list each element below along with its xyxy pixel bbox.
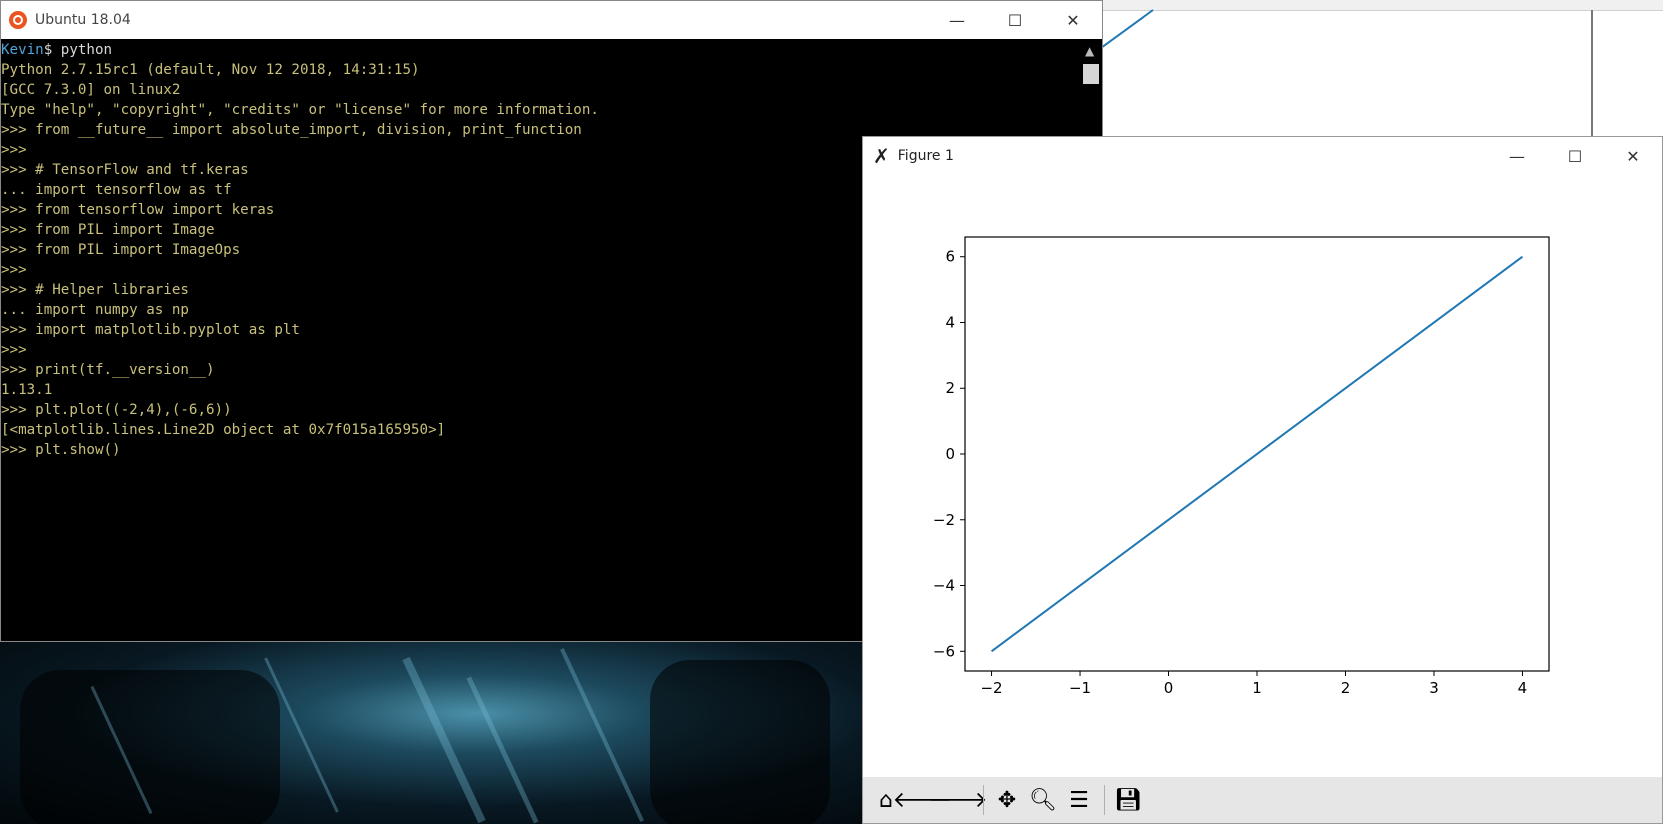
- background-plot-window[interactable]: [1100, 0, 1663, 140]
- zoom-icon[interactable]: 🔍︎: [1026, 783, 1060, 817]
- y-tick-label: 6: [945, 248, 955, 266]
- x-tick-label: 2: [1341, 679, 1351, 697]
- prompt-command: $ python: [43, 42, 113, 58]
- terminal-line: Kevin$ python: [1, 40, 1081, 60]
- save-icon[interactable]: 💾︎: [1111, 783, 1145, 817]
- background-plot-line: [1101, 9, 1154, 49]
- figure-close-button[interactable]: ✕: [1604, 137, 1662, 175]
- minimize-button[interactable]: —: [928, 1, 986, 39]
- x-tick-label: −1: [1069, 679, 1091, 697]
- y-tick-label: 0: [945, 445, 955, 463]
- maximize-button[interactable]: ☐: [986, 1, 1044, 39]
- y-tick-label: −6: [933, 642, 955, 660]
- y-tick-label: −2: [933, 511, 955, 529]
- x-tick-label: 0: [1164, 679, 1174, 697]
- x-tick-label: −2: [980, 679, 1002, 697]
- series-line: [990, 255, 1524, 653]
- y-tick-label: 4: [945, 313, 955, 331]
- forward-icon[interactable]: 🡒: [929, 783, 988, 817]
- toolbar-separator: [983, 785, 984, 815]
- ubuntu-icon: [9, 11, 27, 29]
- figure-titlebar[interactable]: ✗ Figure 1 — ☐ ✕: [863, 137, 1662, 175]
- terminal-line: [GCC 7.3.0] on linux2: [1, 82, 181, 98]
- terminal-titlebar[interactable]: Ubuntu 18.04 — ☐ ✕: [1, 1, 1102, 39]
- x-tick-label: 1: [1252, 679, 1262, 697]
- scroll-up-icon[interactable]: ▲: [1085, 44, 1094, 58]
- terminal-line: Python 2.7.15rc1 (default, Nov 12 2018, …: [1, 62, 420, 78]
- x11-icon: ✗: [873, 144, 890, 168]
- desktop-wallpaper: [0, 640, 862, 824]
- figure-window[interactable]: ✗ Figure 1 — ☐ ✕ −2 −1 0 1 2 3 4 −6 −4 −2 0 2 4 6 ⌂ 🡐…: [862, 136, 1663, 824]
- background-window-divider: [1591, 10, 1593, 140]
- figure-minimize-button[interactable]: —: [1488, 137, 1546, 175]
- y-tick-label: −4: [933, 577, 955, 595]
- terminal-line: Type "help", "copyright", "credits" or "…: [1, 102, 599, 118]
- x-tick-label: 4: [1518, 679, 1528, 697]
- toolbar-separator: [1104, 785, 1105, 815]
- figure-title: Figure 1: [897, 148, 954, 164]
- close-button[interactable]: ✕: [1044, 1, 1102, 39]
- x-tick-label: 3: [1429, 679, 1439, 697]
- prompt-username: Kevin: [1, 42, 44, 58]
- configure-subplots-icon[interactable]: ☰: [1062, 783, 1096, 817]
- figure-toolbar: ⌂ 🡐 🡒 ✥ 🔍︎ ☰ 💾︎: [863, 777, 1662, 823]
- figure-maximize-button[interactable]: ☐: [1546, 137, 1604, 175]
- y-tick-label: 2: [945, 379, 955, 397]
- scrollbar-thumb[interactable]: [1083, 64, 1099, 84]
- terminal-title: Ubuntu 18.04: [35, 12, 131, 28]
- plot-canvas[interactable]: −2 −1 0 1 2 3 4 −6 −4 −2 0 2 4 6: [863, 175, 1662, 778]
- pan-icon[interactable]: ✥: [990, 783, 1024, 817]
